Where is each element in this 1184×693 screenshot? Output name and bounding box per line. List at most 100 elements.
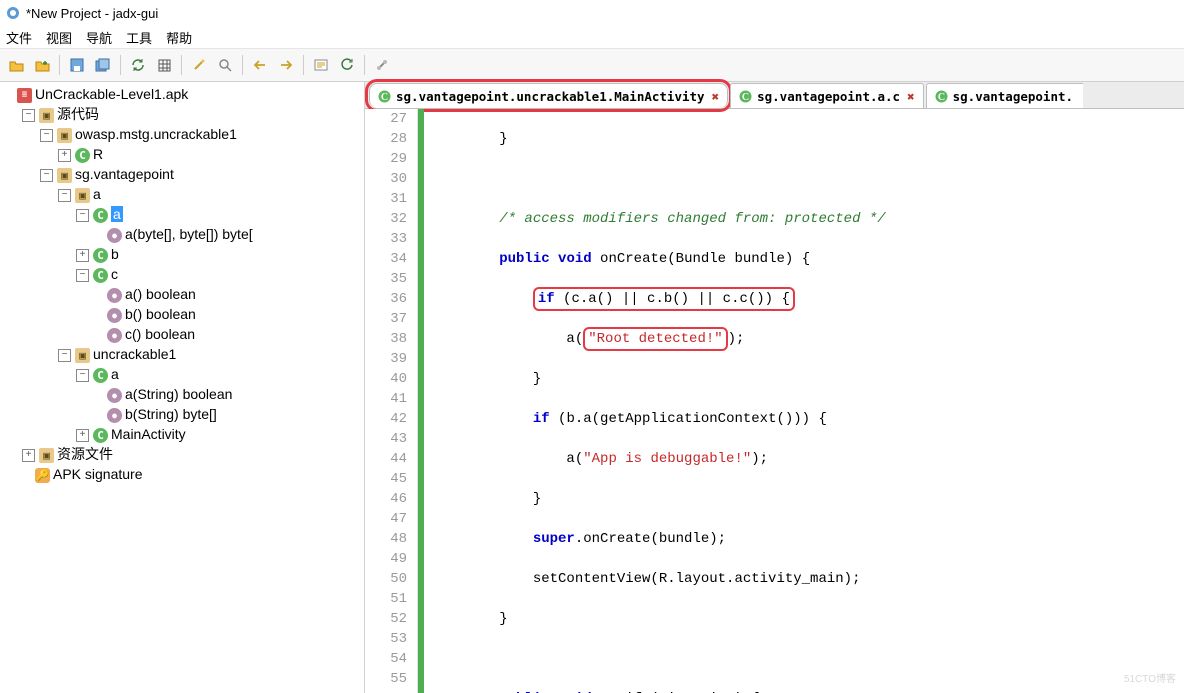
main-panel: C sg.vantagepoint.uncrackable1.MainActiv… xyxy=(365,82,1184,693)
svg-text:C: C xyxy=(381,92,388,103)
collapse-icon[interactable]: − xyxy=(22,109,35,122)
tree-class-R[interactable]: +CR xyxy=(58,144,362,164)
line-gutter: 2728293031323334353637383940414243444546… xyxy=(365,109,418,693)
menu-nav[interactable]: 导航 xyxy=(86,28,112,47)
code-line: } xyxy=(432,369,1171,389)
code-body[interactable]: } /* access modifiers changed from: prot… xyxy=(424,109,1171,693)
menu-file[interactable]: 文件 xyxy=(6,28,32,47)
expand-icon[interactable]: + xyxy=(22,449,35,462)
class-icon: C xyxy=(93,368,108,383)
save-icon[interactable] xyxy=(65,53,89,77)
tree-class-c[interactable]: −Cc ●a() boolean ●b() boolean ●c() boole… xyxy=(76,264,362,344)
toolbar xyxy=(0,49,1184,82)
code-line: if (c.a() || c.b() || c.c()) { xyxy=(432,289,1171,309)
add-folder-icon[interactable] xyxy=(30,53,54,77)
window-title: *New Project - jadx-gui xyxy=(26,6,158,21)
code-editor[interactable]: 2728293031323334353637383940414243444546… xyxy=(365,109,1184,693)
tree-src[interactable]: −▣源代码 −▣owasp.mstg.uncrackable1 +CR −▣sg… xyxy=(22,104,362,444)
package-icon: ▣ xyxy=(75,188,90,203)
tree-apk-signature[interactable]: 🔑APK signature xyxy=(22,464,362,484)
menu-view[interactable]: 视图 xyxy=(46,28,72,47)
method-icon: ● xyxy=(107,328,122,343)
watermark: 51CTO博客 xyxy=(1124,670,1176,685)
collapse-icon[interactable]: − xyxy=(40,129,53,142)
class-icon: C xyxy=(75,148,90,163)
tree-method[interactable]: ●a(byte[], byte[]) byte[ xyxy=(94,224,362,244)
method-icon: ● xyxy=(107,288,122,303)
back-icon[interactable] xyxy=(248,53,272,77)
separator xyxy=(242,55,243,75)
tree-pkg-owasp[interactable]: −▣owasp.mstg.uncrackable1 +CR xyxy=(40,124,362,164)
collapse-icon[interactable]: − xyxy=(40,169,53,182)
code-line: super.onCreate(bundle); xyxy=(432,529,1171,549)
package-icon: ▣ xyxy=(75,348,90,363)
tree-class-mainactivity[interactable]: +CMainActivity xyxy=(76,424,362,444)
code-line: /* access modifiers changed from: protec… xyxy=(432,209,1171,229)
forward-icon[interactable] xyxy=(274,53,298,77)
tree-class-a[interactable]: −Ca ●a(byte[], byte[]) byte[ xyxy=(76,204,362,244)
tree-method[interactable]: ●a() boolean xyxy=(94,284,362,304)
tree-pkg-uncrackable1[interactable]: −▣uncrackable1 −Ca ●a(String) boolean ●b… xyxy=(58,344,362,444)
method-icon: ● xyxy=(107,308,122,323)
tree-method[interactable]: ●b(String) byte[] xyxy=(94,404,362,424)
tree-method[interactable]: ●a(String) boolean xyxy=(94,384,362,404)
expand-icon[interactable]: + xyxy=(76,249,89,262)
tab-partial[interactable]: C sg.vantagepoint. xyxy=(926,83,1083,108)
code-line: } xyxy=(432,489,1171,509)
class-icon: C xyxy=(935,90,948,103)
code-line: a("Root detected!"); xyxy=(432,329,1171,349)
svg-text:C: C xyxy=(938,92,945,103)
code-line xyxy=(432,649,1171,669)
package-icon: ▣ xyxy=(39,108,54,123)
collapse-icon[interactable]: − xyxy=(76,269,89,282)
code-line: if (b.a(getApplicationContext())) { xyxy=(432,409,1171,429)
collapse-icon[interactable]: − xyxy=(58,349,71,362)
tree-pkg-sg[interactable]: −▣sg.vantagepoint −▣a −Ca ●a(byte[], byt… xyxy=(40,164,362,444)
close-icon[interactable]: ✖ xyxy=(907,89,915,104)
expand-icon[interactable]: + xyxy=(76,429,89,442)
tree-resources[interactable]: +▣资源文件 xyxy=(22,444,362,464)
app-icon xyxy=(6,6,20,20)
tab-mainactivity[interactable]: C sg.vantagepoint.uncrackable1.MainActiv… xyxy=(369,83,728,108)
highlight-box: if (c.a() || c.b() || c.c()) { xyxy=(533,287,795,311)
class-icon: C xyxy=(93,208,108,223)
grid-icon[interactable] xyxy=(152,53,176,77)
collapse-icon[interactable]: − xyxy=(58,189,71,202)
menu-tools[interactable]: 工具 xyxy=(126,28,152,47)
tree-class-b[interactable]: +Cb xyxy=(76,244,362,264)
collapse-icon[interactable]: − xyxy=(76,369,89,382)
menu-help[interactable]: 帮助 xyxy=(166,28,192,47)
settings-icon[interactable] xyxy=(370,53,394,77)
code-line: setContentView(R.layout.activity_main); xyxy=(432,569,1171,589)
tree-method[interactable]: ●c() boolean xyxy=(94,324,362,344)
tree-root[interactable]: ≡UnCrackable-Level1.apk −▣源代码 −▣owasp.ms… xyxy=(4,84,362,484)
class-icon: C xyxy=(378,90,391,103)
tree-method[interactable]: ●b() boolean xyxy=(94,304,362,324)
separator xyxy=(303,55,304,75)
save-all-icon[interactable] xyxy=(91,53,115,77)
search-icon[interactable] xyxy=(213,53,237,77)
project-tree[interactable]: ≡UnCrackable-Level1.apk −▣源代码 −▣owasp.ms… xyxy=(0,82,365,693)
collapse-icon[interactable]: − xyxy=(76,209,89,222)
sync-icon[interactable] xyxy=(126,53,150,77)
jar-icon: ≡ xyxy=(17,88,32,103)
method-icon: ● xyxy=(107,388,122,403)
code-line xyxy=(432,169,1171,189)
refresh-icon[interactable] xyxy=(335,53,359,77)
tree-pkg-a[interactable]: −▣a −Ca ●a(byte[], byte[]) byte[ +Cb −Cc xyxy=(58,184,362,344)
class-icon: C xyxy=(739,90,752,103)
tree-class-a2[interactable]: −Ca ●a(String) boolean ●b(String) byte[] xyxy=(76,364,362,424)
separator xyxy=(364,55,365,75)
close-icon[interactable]: ✖ xyxy=(712,89,720,104)
class-icon: C xyxy=(93,248,108,263)
log-icon[interactable] xyxy=(309,53,333,77)
separator xyxy=(59,55,60,75)
wand-icon[interactable] xyxy=(187,53,211,77)
editor-tabs: C sg.vantagepoint.uncrackable1.MainActiv… xyxy=(365,82,1184,109)
method-icon: ● xyxy=(107,228,122,243)
window-titlebar: *New Project - jadx-gui xyxy=(0,0,1184,26)
tab-a-c[interactable]: C sg.vantagepoint.a.c ✖ xyxy=(730,83,924,108)
open-folder-icon[interactable] xyxy=(4,53,28,77)
package-icon: ▣ xyxy=(57,128,72,143)
expand-icon[interactable]: + xyxy=(58,149,71,162)
